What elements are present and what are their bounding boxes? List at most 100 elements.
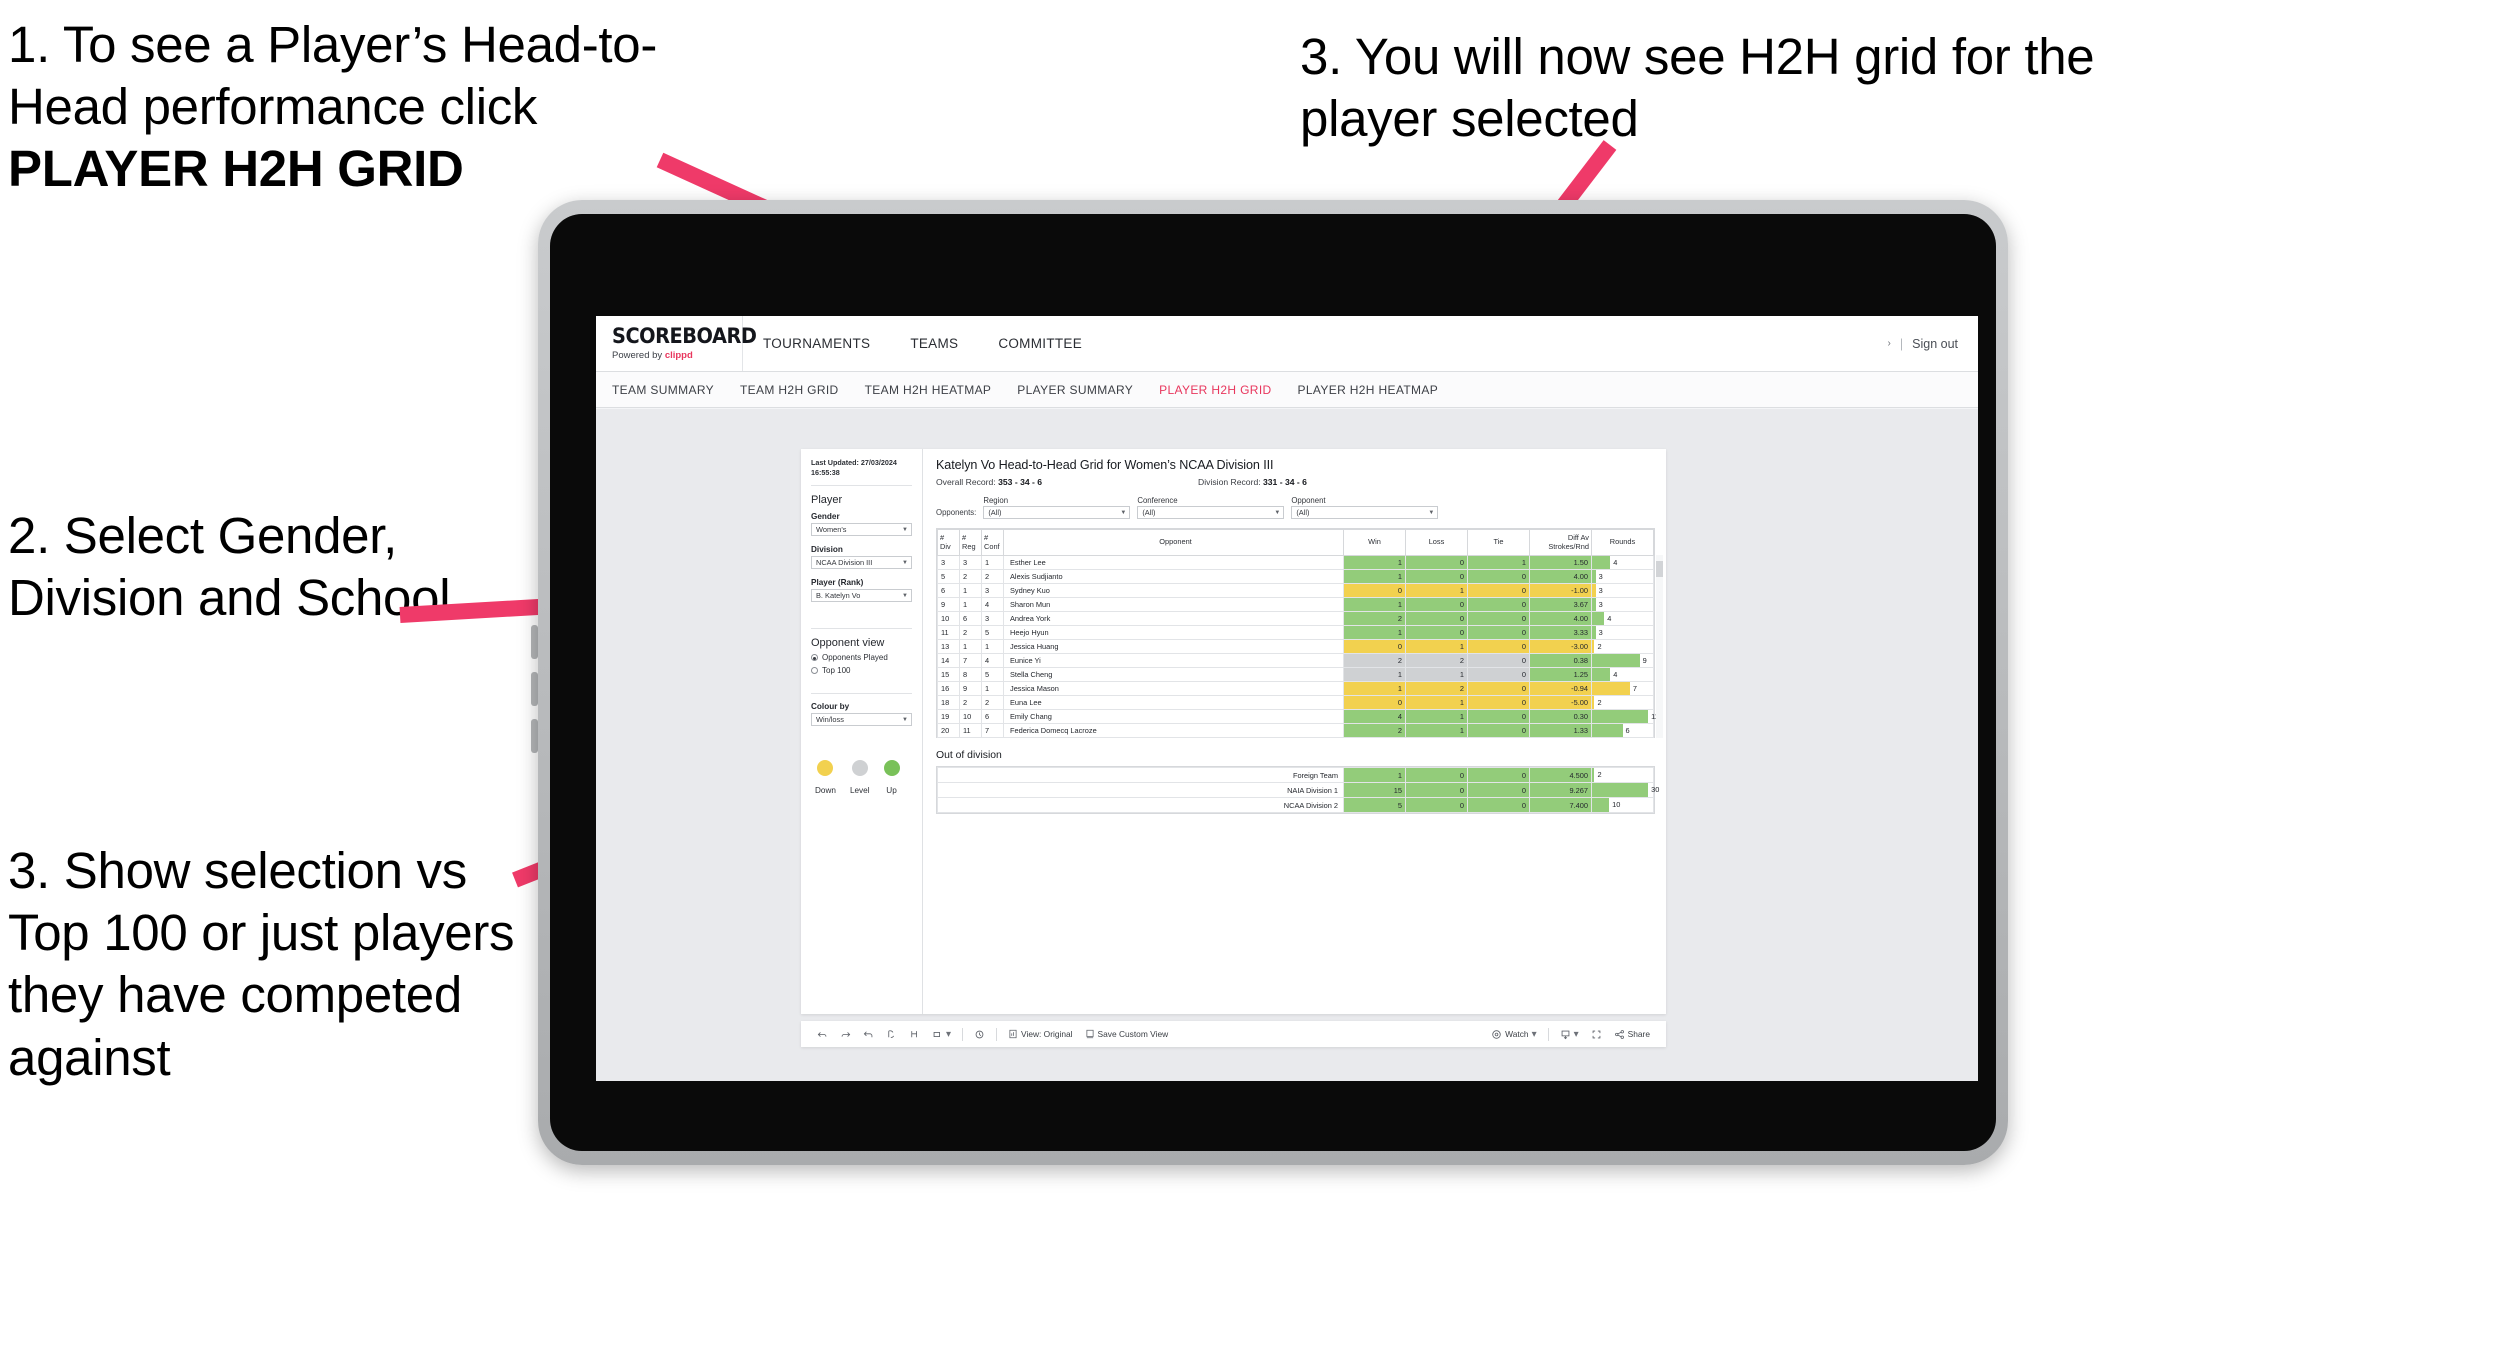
tab-player-h2h-heatmap[interactable]: PLAYER H2H HEATMAP	[1298, 383, 1439, 397]
zoom-tool-button[interactable]: ▾	[926, 1029, 957, 1040]
cell-win: 1	[1343, 597, 1406, 612]
table-row[interactable]: 19 10 6 Emily Chang 4 1 0 0.30 11	[937, 709, 1659, 724]
topnav-item-tournaments[interactable]: TOURNAMENTS	[743, 316, 890, 371]
last-updated-label: Last Updated: 27/03/2024 16:55:38	[811, 458, 897, 477]
legend-item-up: Up	[883, 760, 900, 795]
cell-win: 2	[1343, 723, 1406, 738]
colour-by-dropdown[interactable]: Win/loss ▼	[811, 713, 912, 727]
divider	[811, 693, 912, 695]
rounds-bar	[1592, 783, 1649, 797]
grid-scrollbar-thumb[interactable]	[1656, 561, 1663, 577]
cell-rounds: 2	[1591, 639, 1654, 654]
col-opponent[interactable]: Opponent	[1003, 529, 1344, 556]
cell-rounds: 3	[1591, 583, 1654, 598]
divider	[962, 1027, 964, 1041]
legend-item-level: Level	[850, 760, 870, 795]
table-row[interactable]: 15 8 5 Stella Cheng 1 1 0 1.25 4	[937, 667, 1654, 682]
brand-logo[interactable]: SCOREBOARD Powered by clippd	[596, 316, 757, 371]
col-diff[interactable]: Diff Av Strokes/Rnd	[1529, 529, 1592, 556]
cell-reg: 1	[959, 583, 982, 598]
table-row[interactable]: 11 2 5 Heejo Hyun 1 0 0 3.33 3	[937, 625, 1654, 640]
divider	[996, 1027, 998, 1041]
col-win[interactable]: Win	[1343, 529, 1406, 556]
topnav-item-teams[interactable]: TEAMS	[890, 316, 978, 371]
watch-button[interactable]: Watch ▾	[1485, 1029, 1542, 1040]
table-row[interactable]: 14 7 4 Eunice Yi 2 2 0 0.38 9	[937, 653, 1654, 668]
cell-tie: 1	[1467, 555, 1530, 570]
col-reg[interactable]: # Reg	[959, 529, 982, 556]
cell-loss: 2	[1405, 681, 1468, 696]
grid-scrollbar-track[interactable]	[1656, 555, 1663, 738]
filter-opponent-dropdown[interactable]: (All) ▼	[1291, 506, 1439, 519]
cell-loss: 0	[1405, 597, 1468, 612]
table-row[interactable]: 20 11 7 Federica Domecq Lacroze 2 1 0 1.33 6	[937, 723, 1654, 738]
table-row[interactable]: 16 9 1 Jessica Mason 1 2 0 -0.94 7	[937, 681, 1654, 696]
view-original-button[interactable]: View: Original	[1002, 1029, 1079, 1039]
col-tie[interactable]: Tie	[1467, 529, 1530, 556]
cell-loss: 1	[1405, 723, 1468, 738]
gender-value: Women's	[816, 525, 847, 535]
sign-out-link[interactable]: Sign out	[1912, 337, 1958, 351]
pause-button[interactable]	[903, 1029, 926, 1040]
out-of-division-row[interactable]: NAIA Division 1 15 0 0 9.267 30	[937, 782, 1659, 798]
radio-top-100[interactable]: Top 100	[811, 666, 912, 675]
rounds-value: 7	[1632, 684, 1637, 693]
cell-opponent: Esther Lee	[1003, 555, 1344, 570]
table-row[interactable]: 5 2 2 Alexis Sudjianto 1 0 0 4.00 3	[937, 569, 1654, 584]
cell-diff: 4.00	[1529, 569, 1592, 584]
viz-toolbar: ▾ View: Original Save Custom View Watch ▾…	[801, 1021, 1666, 1047]
table-row[interactable]: 13 1 1 Jessica Huang 0 1 0 -3.00 2	[937, 639, 1654, 654]
topnav-item-committee[interactable]: COMMITTEE	[978, 316, 1102, 371]
cell-win: 1	[1343, 569, 1406, 584]
cell-conf: 1	[981, 639, 1004, 654]
out-of-division-row[interactable]: NCAA Division 2 5 0 0 7.400 10	[937, 797, 1654, 813]
filter-region: Region (All) ▼	[983, 496, 1131, 519]
redo-button[interactable]	[834, 1029, 857, 1040]
col-conf[interactable]: # Conf	[981, 529, 1004, 556]
radio-opponents-played[interactable]: Opponents Played	[811, 653, 912, 662]
refresh-button[interactable]	[880, 1029, 903, 1040]
rounds-value: 4	[1613, 670, 1618, 679]
opponent-view-heading: Opponent view	[811, 637, 885, 650]
gender-dropdown[interactable]: Women's ▼	[811, 523, 912, 537]
chevron-down-icon: ▾	[1573, 1028, 1579, 1040]
pause-auto-updates-button[interactable]	[968, 1029, 991, 1040]
gender-label: Gender	[811, 512, 840, 522]
cell-opponent: Alexis Sudjianto	[1003, 569, 1344, 584]
tab-player-summary[interactable]: PLAYER SUMMARY	[1017, 383, 1133, 397]
division-dropdown[interactable]: NCAA Division III ▼	[811, 556, 912, 570]
cell-conf: 7	[981, 723, 1004, 738]
cell-conf: 5	[981, 667, 1004, 682]
cell-rounds: 4	[1591, 555, 1654, 570]
out-of-division-row[interactable]: Foreign Team 1 0 0 4.500 2	[937, 767, 1654, 783]
col-rounds[interactable]: Rounds	[1591, 529, 1654, 556]
table-row[interactable]: 9 1 4 Sharon Mun 1 0 0 3.67 3	[937, 597, 1654, 612]
col-div[interactable]: # Div	[937, 529, 960, 556]
cell-opponent: Jessica Huang	[1003, 639, 1344, 654]
tab-team-h2h-grid[interactable]: TEAM H2H GRID	[740, 383, 839, 397]
download-button[interactable]: ▾	[1554, 1029, 1585, 1040]
cell-win: 0	[1343, 639, 1406, 654]
table-row[interactable]: 3 3 1 Esther Lee 1 0 1 1.50 4	[937, 555, 1654, 570]
tab-team-h2h-heatmap[interactable]: TEAM H2H HEATMAP	[865, 383, 992, 397]
col-loss[interactable]: Loss	[1405, 529, 1468, 556]
cell-group-name: Foreign Team	[937, 767, 1344, 783]
tab-team-summary[interactable]: TEAM SUMMARY	[612, 383, 714, 397]
tablet-volume-down-button	[531, 672, 538, 706]
share-button[interactable]: Share	[1608, 1029, 1656, 1040]
filter-conference-dropdown[interactable]: (All) ▼	[1137, 506, 1285, 519]
chevron-right-icon[interactable]: ›	[1888, 338, 1891, 349]
fullscreen-button[interactable]	[1585, 1029, 1608, 1040]
tab-player-h2h-grid[interactable]: PLAYER H2H GRID	[1159, 383, 1271, 397]
table-row[interactable]: 6 1 3 Sydney Kuo 0 1 0 -1.00 3	[937, 583, 1654, 598]
player-rank-dropdown[interactable]: B. Katelyn Vo ▼	[811, 589, 912, 603]
table-row[interactable]: 10 6 3 Andrea York 2 0 0 4.00 4	[937, 611, 1654, 626]
save-custom-view-button[interactable]: Save Custom View	[1079, 1029, 1175, 1039]
chevron-down-icon: ▾	[946, 1028, 952, 1040]
col-reg-label: # Reg	[962, 532, 976, 551]
revert-button[interactable]	[857, 1029, 880, 1040]
table-row[interactable]: 18 2 2 Euna Lee 0 1 0 -5.00 2	[937, 695, 1654, 710]
undo-button[interactable]	[811, 1029, 834, 1040]
filter-region-dropdown[interactable]: (All) ▼	[983, 506, 1131, 519]
cell-div: 13	[937, 639, 960, 654]
